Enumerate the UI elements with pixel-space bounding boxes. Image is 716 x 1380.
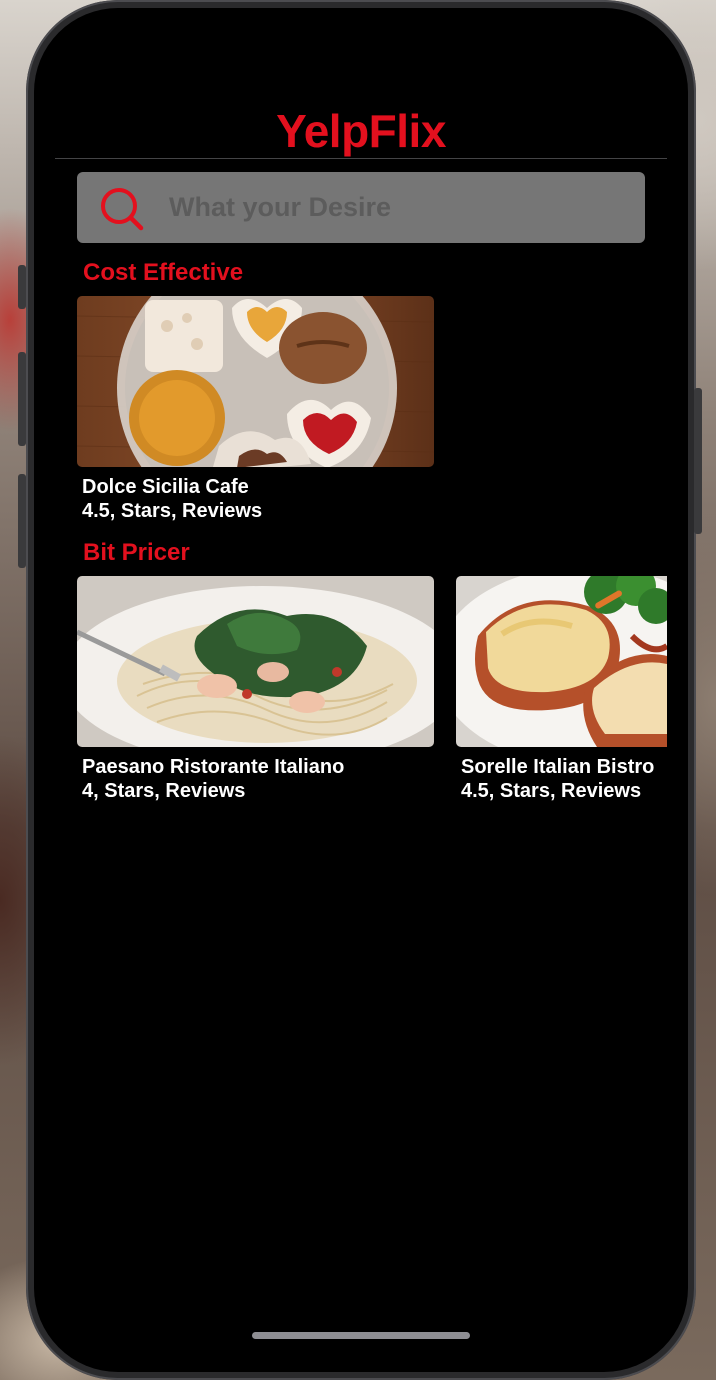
app-screen: YelpFlix Cost Effective: [34, 8, 688, 1372]
search-input[interactable]: [169, 172, 629, 243]
title-divider: [55, 158, 667, 159]
restaurant-photo-pasta[interactable]: [77, 576, 434, 747]
restaurant-rating: 4, Stars, Reviews: [82, 780, 246, 802]
search-icon[interactable]: [99, 186, 145, 232]
restaurant-name: Sorelle Italian Bistro: [461, 756, 655, 778]
restaurant-photo-parmigiana[interactable]: [456, 576, 667, 747]
volume-up-button: [18, 352, 26, 446]
restaurant-name: Dolce Sicilia Cafe: [82, 476, 249, 498]
volume-down-button: [18, 474, 26, 568]
mute-switch: [18, 265, 26, 309]
restaurant-photo-pastries[interactable]: [77, 296, 434, 467]
section-title-cost-effective: Cost Effective: [83, 259, 244, 286]
app-title: YelpFlix: [276, 105, 446, 157]
restaurant-rating: 4.5, Stars, Reviews: [82, 500, 263, 522]
restaurant-rating: 4.5, Stars, Reviews: [461, 780, 642, 802]
restaurant-name: Paesano Ristorante Italiano: [82, 756, 345, 778]
search-bar[interactable]: [77, 172, 645, 243]
section-title-bit-pricer: Bit Pricer: [83, 539, 190, 566]
home-indicator[interactable]: [252, 1332, 470, 1339]
power-button: [694, 388, 702, 534]
